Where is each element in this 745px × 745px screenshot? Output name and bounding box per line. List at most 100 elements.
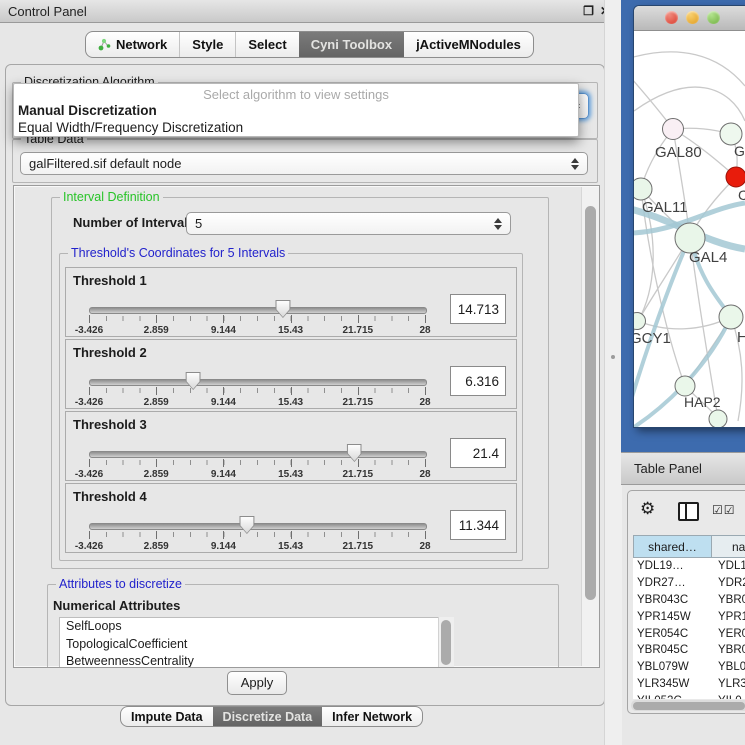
table-row[interactable]: YDR27…YDR2 bbox=[633, 575, 745, 592]
table-row[interactable]: YBL079WYBL0 bbox=[633, 659, 745, 676]
table-row[interactable]: YIL052CYIL0 bbox=[633, 692, 745, 699]
threshold-3-value-field[interactable]: 21.4 bbox=[450, 438, 506, 468]
network-nodes[interactable] bbox=[634, 119, 745, 428]
threshold-1-slider-thumb[interactable] bbox=[275, 300, 290, 318]
minimize-traffic-icon[interactable] bbox=[686, 11, 699, 24]
combo-arrows-icon bbox=[571, 158, 579, 170]
list-item[interactable]: TopologicalCoefficient bbox=[60, 636, 439, 654]
threshold-row-4: Threshold 4 -3.426 2.859 9.144 15.43 21.… bbox=[65, 483, 517, 553]
table-rows: YDL19…YDL1 YDR27…YDR2 YBR043CYBR0 YPR145… bbox=[633, 558, 745, 699]
table-row[interactable]: YBR045CYBR0 bbox=[633, 642, 745, 659]
tick-label: 9.144 bbox=[211, 325, 236, 336]
tab-network[interactable]: Network bbox=[86, 32, 179, 57]
tab-select[interactable]: Select bbox=[235, 32, 298, 57]
float-panel-icon[interactable]: ❐ bbox=[583, 4, 594, 18]
node[interactable] bbox=[720, 123, 742, 145]
network-view-background: GAL80 GA C GAL11 GAL4 GCY1 H HAP2 bbox=[621, 0, 745, 452]
node-label: GCY1 bbox=[634, 330, 671, 347]
tab-infer-network[interactable]: Infer Network bbox=[322, 707, 422, 726]
table-row[interactable]: YLR345WYLR3 bbox=[633, 676, 745, 693]
threshold-2-slider-thumb[interactable] bbox=[186, 372, 201, 390]
gear-icon[interactable]: ⚙ bbox=[640, 499, 655, 519]
tick-label: 28 bbox=[419, 541, 430, 552]
tick-label: 15.43 bbox=[278, 397, 303, 408]
table-data-value: galFiltered.sif default node bbox=[29, 156, 571, 171]
node[interactable] bbox=[709, 410, 727, 427]
table-row[interactable]: YPR145WYPR1 bbox=[633, 608, 745, 625]
show-columns-checkboxes-icon[interactable]: ☑☑ bbox=[712, 503, 736, 517]
node-gcy1[interactable] bbox=[634, 313, 646, 330]
tick-label: 15.43 bbox=[278, 469, 303, 480]
threshold-1-slider[interactable] bbox=[89, 307, 427, 314]
algorithm-placeholder: Select algorithm to view settings bbox=[14, 84, 578, 102]
tick-label: 21.715 bbox=[343, 469, 374, 480]
threshold-3-slider[interactable] bbox=[89, 451, 427, 458]
list-item[interactable]: SelfLoops bbox=[60, 618, 439, 636]
threshold-1-value-field[interactable]: 14.713 bbox=[450, 294, 506, 324]
list-item[interactable]: BetweennessCentrality bbox=[60, 653, 439, 668]
combo-arrows-icon bbox=[494, 218, 502, 230]
number-of-intervals-combobox[interactable]: 5 bbox=[186, 212, 511, 235]
tick-label: -3.426 bbox=[75, 541, 103, 552]
node[interactable] bbox=[719, 305, 743, 329]
network-graph[interactable]: GAL80 GA C GAL11 GAL4 GCY1 H HAP2 bbox=[634, 31, 745, 427]
tab-style[interactable]: Style bbox=[179, 32, 235, 57]
panel-splitter[interactable] bbox=[604, 0, 622, 745]
attributes-list[interactable]: SelfLoops TopologicalCoefficient Between… bbox=[59, 617, 440, 668]
tab-cyni-toolbox[interactable]: Cyni Toolbox bbox=[299, 32, 404, 57]
close-traffic-icon[interactable] bbox=[665, 11, 678, 24]
apply-button[interactable]: Apply bbox=[227, 671, 287, 695]
node-gal11[interactable] bbox=[634, 178, 652, 200]
threshold-row-1: Threshold 1 -3.426 2.859 9.144 15.43 21.… bbox=[65, 267, 517, 337]
tick-label: 28 bbox=[419, 325, 430, 336]
table-row[interactable]: YBR043CYBR0 bbox=[633, 592, 745, 609]
tab-discretize-data[interactable]: Discretize Data bbox=[213, 707, 323, 726]
table-row[interactable]: YDL19…YDL1 bbox=[633, 558, 745, 575]
tick-label: -3.426 bbox=[75, 397, 103, 408]
table-row[interactable]: YER054CYER0 bbox=[633, 625, 745, 642]
attributes-list-scrollbar[interactable] bbox=[438, 617, 454, 667]
tick-label: 15.43 bbox=[278, 325, 303, 336]
threshold-3-slider-thumb[interactable] bbox=[347, 444, 362, 462]
thresholds-group-label: Threshold's Coordinates for 5 Intervals bbox=[68, 246, 288, 260]
algorithm-option-manual[interactable]: Manual Discretization bbox=[14, 102, 578, 119]
tick-label: 2.859 bbox=[144, 397, 169, 408]
table-hscrollbar[interactable] bbox=[631, 700, 745, 711]
node-label: H bbox=[737, 329, 745, 346]
threshold-4-slider-thumb[interactable] bbox=[239, 516, 254, 534]
table-panel-titlebar: Table Panel bbox=[621, 452, 745, 485]
threshold-4-label: Threshold 4 bbox=[73, 489, 147, 504]
network-icon bbox=[98, 38, 111, 51]
threshold-3-label: Threshold 3 bbox=[73, 417, 147, 432]
column-header-shared[interactable]: shared… bbox=[633, 535, 712, 558]
number-of-intervals-label: Number of Intervals bbox=[73, 215, 195, 230]
zoom-traffic-icon[interactable] bbox=[707, 11, 720, 24]
tick-label: 9.144 bbox=[211, 541, 236, 552]
attributes-group-label: Attributes to discretize bbox=[56, 577, 185, 591]
tick-label: 9.144 bbox=[211, 469, 236, 480]
threshold-4-value-field[interactable]: 11.344 bbox=[450, 510, 506, 540]
threshold-2-label: Threshold 2 bbox=[73, 345, 147, 360]
node-gal80[interactable] bbox=[663, 119, 684, 140]
numerical-attributes-label: Numerical Attributes bbox=[53, 598, 180, 613]
threshold-4-slider[interactable] bbox=[89, 523, 427, 530]
threshold-2-value-field[interactable]: 6.316 bbox=[450, 366, 506, 396]
node-label: C bbox=[738, 187, 745, 203]
threshold-row-3: Threshold 3 -3.426 2.859 9.144 15.43 21.… bbox=[65, 411, 517, 481]
node-hap2[interactable] bbox=[675, 376, 695, 396]
column-header-name[interactable]: name bbox=[711, 535, 745, 558]
main-scrollbar[interactable] bbox=[581, 187, 599, 666]
node-highlighted[interactable] bbox=[726, 167, 745, 187]
network-window-titlebar[interactable] bbox=[634, 6, 745, 31]
tab-impute-data[interactable]: Impute Data bbox=[121, 707, 213, 726]
tab-jactivemnodules[interactable]: jActiveMNodules bbox=[404, 32, 533, 57]
tick-label: 9.144 bbox=[211, 397, 236, 408]
tick-label: 28 bbox=[419, 397, 430, 408]
column-layout-icon[interactable] bbox=[678, 502, 699, 521]
tick-label: 28 bbox=[419, 469, 430, 480]
algorithm-option-equal-width[interactable]: Equal Width/Frequency Discretization bbox=[14, 119, 578, 136]
tick-label: 21.715 bbox=[343, 541, 374, 552]
table-data-combobox[interactable]: galFiltered.sif default node bbox=[20, 152, 588, 175]
threshold-2-slider[interactable] bbox=[89, 379, 427, 386]
network-window[interactable]: GAL80 GA C GAL11 GAL4 GCY1 H HAP2 bbox=[634, 6, 745, 427]
